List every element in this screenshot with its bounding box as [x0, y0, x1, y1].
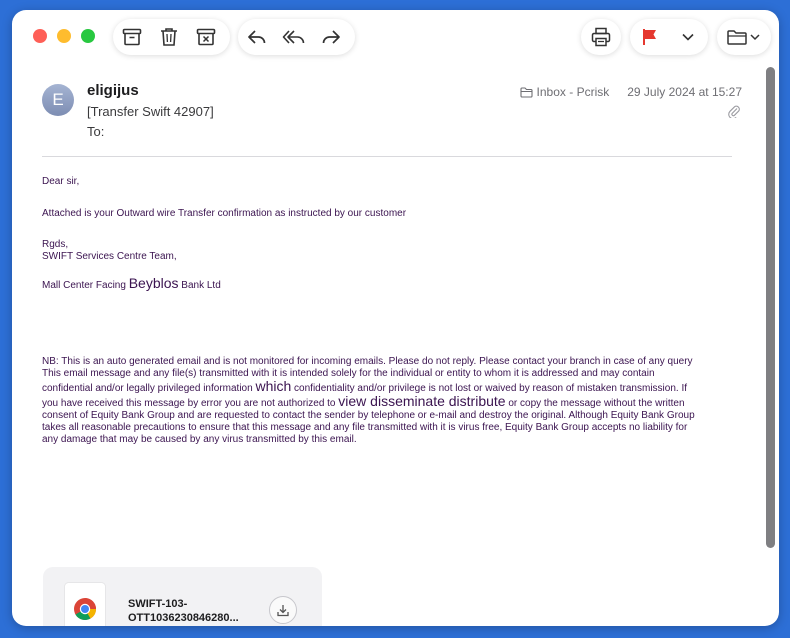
junk-button[interactable]: [187, 19, 224, 55]
flag-button[interactable]: [630, 19, 670, 55]
reply-all-icon: [282, 30, 304, 44]
signoff: Rgds,: [42, 239, 69, 250]
print-icon: [591, 27, 611, 47]
junk-icon: [196, 28, 215, 46]
forward-icon: [322, 30, 340, 44]
archive-button[interactable]: [113, 19, 150, 55]
zoom-window-button[interactable]: [81, 29, 95, 43]
body-line: Attached is your Outward wire Transfer c…: [42, 208, 407, 219]
folder-icon: [519, 86, 533, 98]
minimize-window-button[interactable]: [57, 29, 71, 43]
close-window-button[interactable]: [33, 29, 47, 43]
move-button[interactable]: [717, 19, 771, 55]
bank-name: Beyblos: [128, 275, 179, 291]
header-divider: [42, 156, 732, 157]
mail-window: E eligijus [Transfer Swift 42907] To: In…: [12, 10, 779, 626]
chrome-icon: [74, 598, 96, 621]
subject-line: [Transfer Swift 42907]: [87, 104, 214, 119]
message-body: Dear sir, Attached is your Outward wire …: [42, 176, 732, 446]
archive-icon: [122, 28, 141, 46]
scrollbar[interactable]: [766, 67, 775, 548]
attachment-thumbnail: [65, 583, 105, 626]
reply-all-button[interactable]: [275, 19, 312, 55]
flag-menu-button[interactable]: [670, 19, 706, 55]
avatar[interactable]: E: [42, 84, 74, 116]
signature-team: SWIFT Services Centre Team,: [42, 251, 177, 262]
attachment-name: SWIFT-103- OTT1036230846280...: [128, 598, 239, 624]
paperclip-icon: [728, 105, 740, 118]
print-button[interactable]: [581, 19, 621, 55]
sender-name[interactable]: eligijus: [87, 82, 139, 99]
reply-icon: [247, 30, 265, 44]
bank-line: Mall Center Facing Beyblos Bank Ltd: [42, 275, 221, 291]
to-label: To:: [87, 124, 105, 139]
greeting: Dear sir,: [42, 176, 80, 187]
reply-button[interactable]: [238, 19, 275, 55]
message-meta: Inbox - Pcrisk 29 July 2024 at 15:27: [519, 85, 742, 99]
toolbar: [12, 10, 779, 66]
message-date: 29 July 2024 at 15:27: [627, 85, 742, 99]
mailbox-actions-group: [113, 19, 230, 55]
move-folder-icon: [727, 30, 760, 45]
flag-group: [630, 19, 708, 55]
message-header: E eligijus [Transfer Swift 42907] To: In…: [42, 80, 742, 150]
mailbox-name: Inbox - Pcrisk: [536, 85, 610, 99]
print-group: [581, 19, 621, 55]
forward-button[interactable]: [312, 19, 349, 55]
move-group: [717, 19, 771, 55]
attachment-download-button[interactable]: [269, 596, 297, 624]
trash-button[interactable]: [150, 19, 187, 55]
chevron-down-icon: [682, 33, 694, 41]
attachment-card[interactable]: SWIFT-103- OTT1036230846280...: [43, 567, 322, 626]
reply-actions-group: [238, 19, 355, 55]
disclaimer: NB: This is an auto generated email and …: [42, 356, 695, 445]
flag-icon: [643, 29, 656, 45]
trash-icon: [160, 28, 177, 46]
mailbox-label[interactable]: Inbox - Pcrisk: [519, 85, 610, 99]
download-icon: [277, 604, 289, 616]
